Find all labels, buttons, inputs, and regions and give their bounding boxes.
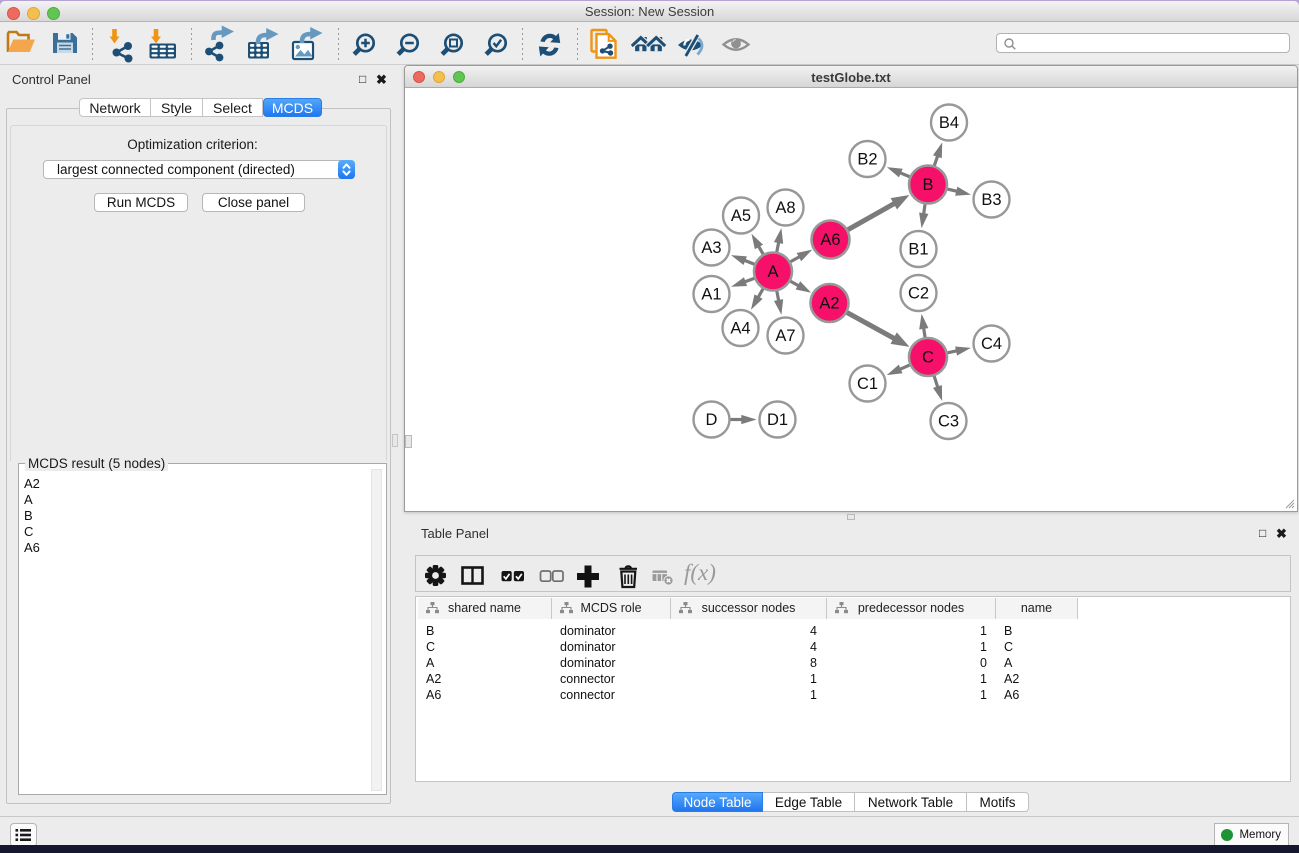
svg-text:C1: C1 — [857, 375, 878, 393]
svg-text:C3: C3 — [938, 412, 959, 430]
svg-text:A5: A5 — [731, 207, 751, 225]
svg-text:B: B — [922, 176, 933, 194]
svg-text:B1: B1 — [908, 240, 928, 258]
svg-text:C4: C4 — [981, 335, 1002, 353]
svg-text:A2: A2 — [819, 294, 839, 312]
svg-text:B2: B2 — [857, 150, 877, 168]
svg-text:A4: A4 — [730, 319, 750, 337]
svg-text:A8: A8 — [775, 199, 795, 217]
svg-text:C2: C2 — [908, 284, 929, 302]
svg-text:D: D — [706, 411, 718, 429]
svg-text:A7: A7 — [775, 327, 795, 345]
svg-text:A6: A6 — [820, 231, 840, 249]
svg-text:B3: B3 — [981, 191, 1001, 209]
svg-text:A: A — [767, 263, 778, 281]
svg-text:D1: D1 — [767, 411, 788, 429]
svg-text:B4: B4 — [939, 114, 959, 132]
svg-text:A3: A3 — [701, 239, 721, 257]
svg-text:C: C — [922, 348, 934, 366]
svg-text:A1: A1 — [701, 285, 721, 303]
